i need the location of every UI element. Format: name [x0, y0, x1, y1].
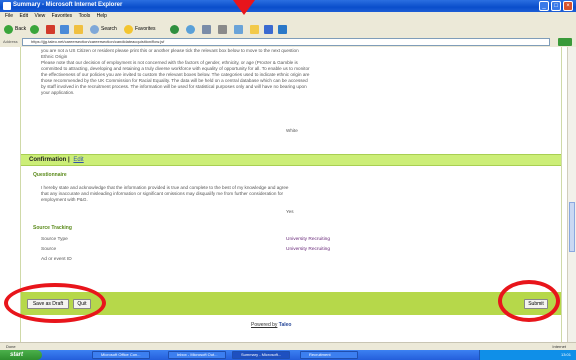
- close-button[interactable]: ×: [563, 1, 573, 11]
- start-button[interactable]: start: [0, 350, 42, 360]
- declaration-value: Yes: [286, 209, 294, 214]
- powered-by-text: Powered by: [251, 322, 278, 328]
- edit-icon: [234, 24, 243, 34]
- powered-by[interactable]: Powered by Taleo: [251, 322, 292, 328]
- back-arrow-icon: [4, 24, 13, 34]
- clock: 13:01: [560, 352, 571, 357]
- address-label: Address: [3, 39, 18, 44]
- annotation-arrow: [233, 0, 255, 15]
- ethnic-origin-value: White: [286, 128, 298, 133]
- questionnaire-label: Questionnaire: [33, 172, 67, 178]
- maximize-button[interactable]: □: [551, 1, 561, 11]
- confirmation-header: Confirmation | Edit: [21, 154, 561, 166]
- annotation-circle-left: [4, 283, 106, 323]
- research-button[interactable]: [278, 24, 287, 34]
- taskbar-item-recruitment[interactable]: Recruitment: [300, 351, 358, 359]
- menu-view[interactable]: View: [34, 12, 45, 21]
- menu-file[interactable]: File: [5, 12, 13, 21]
- ad-event-id-label: Ad or event ID: [41, 257, 72, 262]
- menu-tools[interactable]: Tools: [79, 12, 91, 21]
- forward-arrow-icon: [30, 24, 39, 34]
- taleo-logo: Taleo: [278, 322, 292, 328]
- search-icon: [90, 24, 99, 34]
- back-button[interactable]: Back: [4, 24, 26, 34]
- address-field[interactable]: https://jjg.taleo.net/careersection/care…: [22, 38, 550, 46]
- menu-help[interactable]: Help: [97, 12, 107, 21]
- refresh-icon: [60, 24, 69, 34]
- menu-edit[interactable]: Edit: [19, 12, 28, 21]
- forward-button[interactable]: [30, 24, 39, 34]
- source-type-value: University Recruiting: [286, 237, 330, 242]
- source-value: University Recruiting: [286, 247, 330, 252]
- search-button[interactable]: Search: [90, 24, 117, 34]
- taskbar-item-summary[interactable]: Summary - Microsoft...: [232, 351, 290, 359]
- mail-icon: [202, 24, 211, 34]
- messenger-button[interactable]: [264, 24, 273, 34]
- media-icon: [170, 24, 179, 34]
- window-title: Summary - Microsoft Internet Explorer: [13, 2, 123, 8]
- star-icon: [124, 24, 133, 34]
- messenger-icon: [264, 24, 273, 34]
- system-tray: 13:01: [479, 350, 576, 360]
- source-tracking-label: Source Tracking: [33, 225, 72, 231]
- home-icon: [74, 24, 83, 34]
- confirmation-edit-link[interactable]: Edit: [73, 157, 83, 163]
- scrollbar-thumb[interactable]: [569, 202, 575, 252]
- toolbar: Back Search Favorites: [0, 21, 576, 38]
- edit-button[interactable]: [234, 24, 243, 34]
- status-text: Done: [6, 344, 16, 349]
- research-icon: [278, 24, 287, 34]
- print-button[interactable]: [218, 24, 227, 34]
- status-zone: Internet: [552, 344, 566, 349]
- refresh-button[interactable]: [60, 24, 69, 34]
- print-icon: [218, 24, 227, 34]
- history-icon: [186, 24, 195, 34]
- window-title-bar: Summary - Microsoft Internet Explorer _ …: [0, 0, 576, 12]
- source-type-label: Source Type: [41, 237, 68, 242]
- home-button[interactable]: [74, 24, 83, 34]
- taskbar-item-inbox[interactable]: Inbox - Microsoft Out...: [168, 351, 226, 359]
- favorites-button[interactable]: Favorites: [124, 24, 156, 34]
- confirmation-title: Confirmation: [29, 157, 67, 163]
- folder-button[interactable]: [250, 24, 259, 34]
- vertical-scrollbar[interactable]: [567, 47, 576, 342]
- taskbar-item-office[interactable]: Microsoft Office Con...: [92, 351, 150, 359]
- ethnic-origin-text: you are not a US Citizen or resident ple…: [41, 48, 310, 95]
- ie-icon: [3, 2, 11, 10]
- mail-button[interactable]: [202, 24, 211, 34]
- stop-icon: [46, 24, 55, 34]
- taskbar: start Microsoft Office Con... Inbox - Mi…: [0, 350, 576, 360]
- stop-button[interactable]: [46, 24, 55, 34]
- history-button[interactable]: [186, 24, 195, 34]
- media-button[interactable]: [170, 24, 179, 34]
- minimize-button[interactable]: _: [539, 1, 549, 11]
- source-label: Source: [41, 247, 57, 252]
- annotation-circle-right: [498, 280, 560, 322]
- declaration-text: I hereby state and acknowledge that the …: [41, 185, 289, 202]
- menu-favorites[interactable]: Favorites: [52, 12, 73, 21]
- folder-icon: [250, 24, 259, 34]
- go-button[interactable]: [558, 38, 572, 46]
